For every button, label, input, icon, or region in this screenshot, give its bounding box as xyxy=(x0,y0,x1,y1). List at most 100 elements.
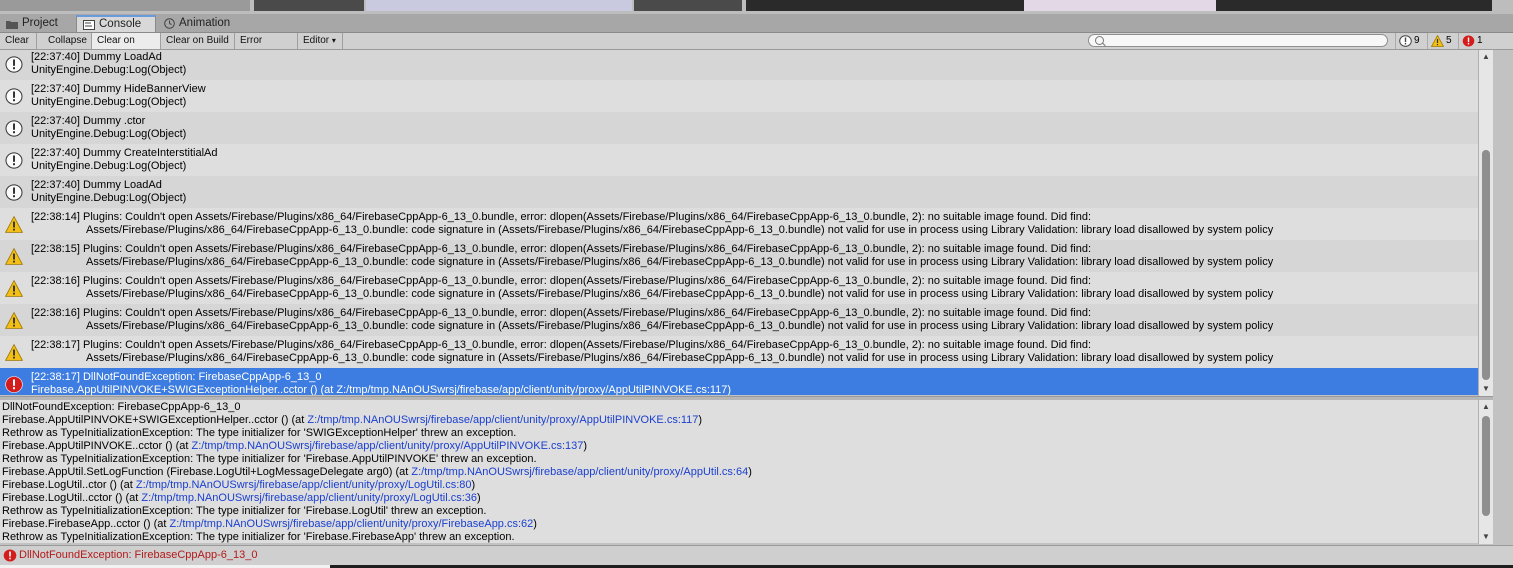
search-icon xyxy=(1095,36,1104,45)
window-tab-bar: Project Console Animation ▾≡ xyxy=(0,14,1513,41)
tab-label: Console xyxy=(99,18,142,30)
log-entry[interactable]: [22:38:15] Plugins: Couldn't open Assets… xyxy=(0,240,1478,272)
stack-trace-text: ) xyxy=(477,492,481,504)
log-entry[interactable]: [22:38:17] DllNotFoundException: Firebas… xyxy=(0,368,1478,395)
log-entry[interactable]: [22:37:40] Dummy LoadAd UnityEngine.Debug… xyxy=(0,50,1478,80)
log-entry[interactable]: [22:37:40] Dummy HideBannerView UnityEngi… xyxy=(0,80,1478,112)
status-bar[interactable]: DllNotFoundException: FirebaseCppApp-6_1… xyxy=(0,545,1513,565)
chevron-down-icon: ▾ xyxy=(331,36,336,45)
stack-trace-line: Firebase.LogUtil..cctor () (at Z:/tmp/tm… xyxy=(2,492,481,505)
source-file-link[interactable]: Z:/tmp/tmp.NAnOUSwrsj/firebase/app/clien… xyxy=(170,518,534,530)
log-entry[interactable]: [22:38:17] Plugins: Couldn't open Assets… xyxy=(0,336,1478,368)
source-file-link[interactable]: Z:/tmp/tmp.NAnOUSwrsj/firebase/app/clien… xyxy=(192,440,584,452)
log-list-scrollbar[interactable]: ▲ ▼ xyxy=(1478,50,1493,396)
log-stack-line: Assets/Firebase/Plugins/x86_64/FirebaseC… xyxy=(86,352,1274,364)
upper-panel-segment xyxy=(1216,0,1492,11)
stack-trace-line: Rethrow as TypeInitializationException: … xyxy=(2,531,515,543)
log-message: [22:37:40] Dummy LoadAd xyxy=(31,51,162,63)
warning-icon xyxy=(1431,35,1444,47)
log-stack-line: Assets/Firebase/Plugins/x86_64/FirebaseC… xyxy=(86,224,1274,236)
log-list-scroll-thumb[interactable] xyxy=(1482,150,1490,380)
scroll-up-arrow-icon[interactable]: ▲ xyxy=(1482,53,1490,61)
log-entry[interactable]: [22:37:40] Dummy .ctor UnityEngine.Debug:… xyxy=(0,112,1478,144)
status-message: DllNotFoundException: FirebaseCppApp-6_1… xyxy=(19,549,258,561)
log-stack-line: UnityEngine.Debug:Log(Object) xyxy=(31,64,187,76)
stack-trace-text: ) xyxy=(533,518,537,530)
warning-icon xyxy=(4,247,24,265)
scroll-down-arrow-icon[interactable]: ▼ xyxy=(1482,385,1490,393)
stack-trace-line: Rethrow as TypeInitializationException: … xyxy=(2,427,516,440)
tab-console[interactable]: Console xyxy=(76,15,156,32)
log-stack-line: UnityEngine.Debug:Log(Object) xyxy=(31,192,187,204)
clear-on-play-toggle[interactable]: Clear on Play xyxy=(92,33,161,62)
warning-count-toggle[interactable]: 5 xyxy=(1427,33,1457,49)
source-file-link[interactable]: Z:/tmp/tmp.NAnOUSwrsj/firebase/app/clien… xyxy=(307,414,698,426)
log-stack-line: UnityEngine.Debug:Log(Object) xyxy=(31,160,187,172)
editor-dropdown[interactable]: Editor ▾ xyxy=(298,33,343,49)
stack-trace-text: Firebase.AppUtil.SetLogFunction (Firebas… xyxy=(2,466,412,478)
error-icon xyxy=(5,376,23,393)
tab-animation[interactable]: Animation xyxy=(158,15,244,32)
stack-trace-line: Firebase.LogUtil..ctor () (at Z:/tmp/tmp… xyxy=(2,479,475,492)
stack-trace-text: Firebase.LogUtil..ctor () (at xyxy=(2,479,136,491)
log-message: [22:38:16] Plugins: Couldn't open Assets… xyxy=(31,307,1091,319)
editor-dropdown-label: Editor xyxy=(303,35,330,46)
tab-label: Animation xyxy=(179,17,231,29)
log-entry[interactable]: [22:38:16] Plugins: Couldn't open Assets… xyxy=(0,304,1478,336)
clear-on-build-toggle[interactable]: Clear on Build xyxy=(161,33,235,49)
log-stack-line: Assets/Firebase/Plugins/x86_64/FirebaseC… xyxy=(86,288,1274,300)
stack-trace-text: Rethrow as TypeInitializationException: … xyxy=(2,453,537,465)
stack-trace-text: Rethrow as TypeInitializationException: … xyxy=(2,531,515,543)
source-file-link[interactable]: Z:/tmp/tmp.NAnOUSwrsj/firebase/app/clien… xyxy=(411,466,748,478)
log-message: [22:38:16] Plugins: Couldn't open Assets… xyxy=(31,275,1091,287)
stack-trace-text: Rethrow as TypeInitializationException: … xyxy=(2,427,517,439)
log-entry[interactable]: [22:37:40] Dummy CreateInterstitialAd Uni… xyxy=(0,144,1478,176)
log-entry[interactable]: [22:38:14] Plugins: Couldn't open Assets… xyxy=(0,208,1478,240)
log-entry[interactable]: [22:37:40] Dummy LoadAd UnityEngine.Debug… xyxy=(0,176,1478,208)
scroll-up-arrow-icon[interactable]: ▲ xyxy=(1482,403,1490,411)
source-file-link[interactable]: Z:/tmp/tmp.NAnOUSwrsj/firebase/app/clien… xyxy=(136,479,472,491)
stack-trace-text: ) xyxy=(583,440,588,452)
stack-trace-scrollbar[interactable]: ▲ ▼ xyxy=(1478,400,1493,544)
info-icon xyxy=(5,152,23,169)
collapse-toggle[interactable]: Collapse xyxy=(43,33,92,49)
folder-icon xyxy=(6,20,18,29)
error-count-toggle[interactable]: 1 xyxy=(1458,33,1488,49)
log-entry[interactable]: [22:38:16] Plugins: Couldn't open Assets… xyxy=(0,272,1478,304)
stack-trace-line: Firebase.AppUtilPINVOKE+SWIGExceptionHel… xyxy=(2,414,702,427)
log-stack-line: UnityEngine.Debug:Log(Object) xyxy=(31,96,187,108)
log-stack-line: Firebase.AppUtilPINVOKE+SWIGExceptionHel… xyxy=(31,384,732,395)
stack-trace-scroll-thumb[interactable] xyxy=(1482,416,1490,516)
info-count-toggle[interactable]: 9 xyxy=(1395,33,1425,49)
log-message: [22:37:40] Dummy LoadAd xyxy=(31,179,162,191)
error-pause-toggle[interactable]: Error Pause xyxy=(235,33,298,62)
scroll-down-arrow-icon[interactable]: ▼ xyxy=(1482,533,1490,541)
stack-trace-text: Firebase.LogUtil..cctor () (at xyxy=(2,492,142,504)
source-file-link[interactable]: Z:/tmp/tmp.NAnOUSwrsj/firebase/app/clien… xyxy=(141,492,477,504)
console-log-list[interactable]: [22:37:40] Dummy LoadAd UnityEngine.Debug… xyxy=(0,50,1478,395)
info-icon xyxy=(5,120,23,137)
upper-panel-segment xyxy=(634,0,742,11)
info-icon xyxy=(5,88,23,105)
clear-button[interactable]: Clear xyxy=(0,33,37,49)
upper-panel-segment xyxy=(366,0,632,11)
warning-icon xyxy=(4,343,24,361)
log-message: [22:38:15] Plugins: Couldn't open Assets… xyxy=(31,243,1091,255)
stack-trace-text: ) xyxy=(698,414,703,426)
info-icon xyxy=(5,56,23,73)
info-icon xyxy=(5,184,23,201)
stack-trace-text: Firebase.AppUtilPINVOKE+SWIGExceptionHel… xyxy=(2,414,308,426)
error-count: 1 xyxy=(1477,35,1483,46)
console-toolbar: Clear Collapse Clear on Play Clear on Bu… xyxy=(0,33,1513,62)
console-icon xyxy=(83,19,95,30)
tab-project[interactable]: Project xyxy=(0,15,76,32)
search-input[interactable] xyxy=(1088,34,1388,47)
stack-trace-text: Rethrow as TypeInitializationException: … xyxy=(2,505,487,517)
stack-trace-line: DllNotFoundException: FirebaseCppApp-6_1… xyxy=(2,401,240,414)
stack-trace-line: Firebase.FirebaseApp..cctor () (at Z:/tm… xyxy=(2,518,537,531)
stack-trace-panel[interactable]: DllNotFoundException: FirebaseCppApp-6_1… xyxy=(0,400,1478,543)
log-message: [22:37:40] Dummy HideBannerView xyxy=(31,83,206,95)
upper-panel-segment xyxy=(0,0,250,11)
upper-panel-strip xyxy=(0,0,1513,14)
info-icon xyxy=(1399,35,1412,47)
